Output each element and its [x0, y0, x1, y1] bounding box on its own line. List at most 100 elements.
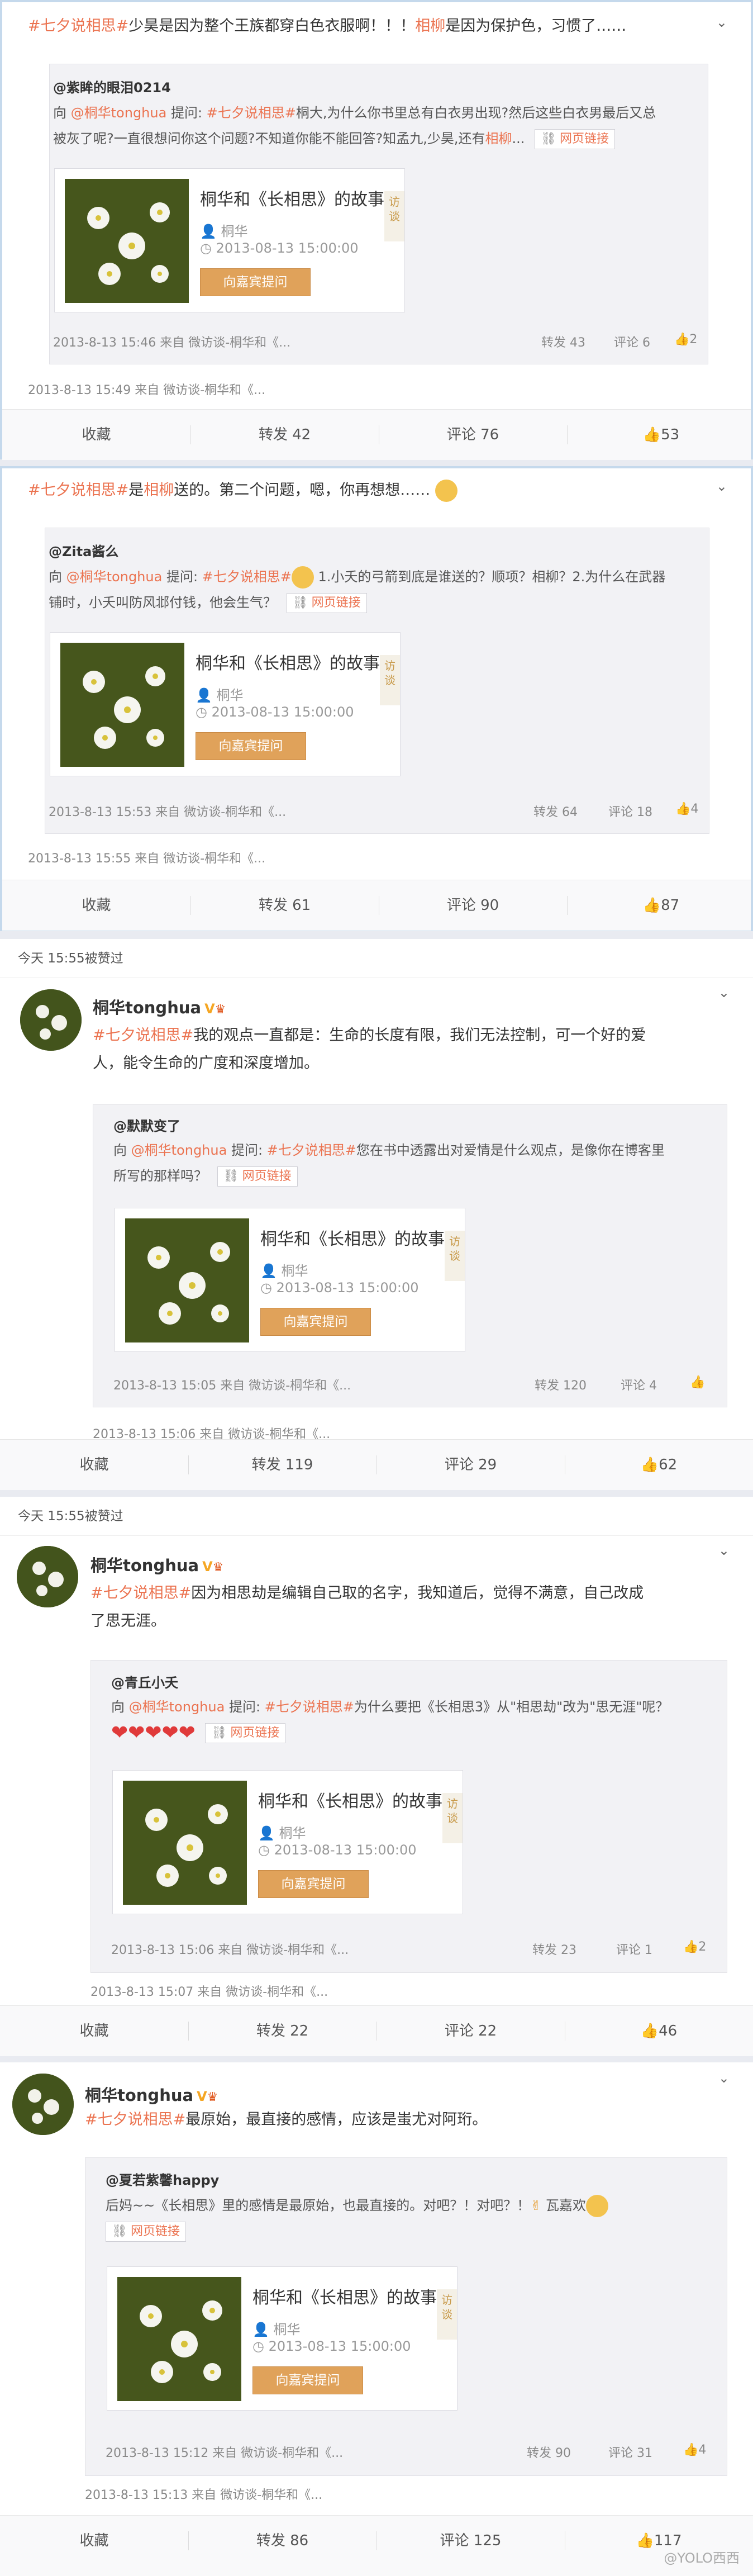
media-card[interactable]: 桐华和《长相思》的故事 👤 桐华 ◷ 2013-08-13 15:00:00 向…: [115, 1208, 465, 1352]
topic-tag[interactable]: #七夕说相思#: [85, 2111, 185, 2128]
quoted-like[interactable]: 👍4: [683, 2443, 706, 2457]
collect-button[interactable]: 收藏: [0, 2006, 188, 2056]
quoted-comment[interactable]: 评论 31: [608, 2443, 652, 2461]
user-name[interactable]: 桐华tonghua V♛: [90, 1553, 223, 1576]
web-link-button[interactable]: ⛓ 网页链接: [217, 1166, 298, 1187]
media-author: 👤 桐华: [252, 2322, 301, 2337]
chevron-down-icon[interactable]: ⌄: [716, 15, 727, 30]
chevron-down-icon[interactable]: ⌄: [718, 1543, 730, 1558]
media-card[interactable]: 桐华和《长相思》的故事 👤 桐华 ◷ 2013-08-13 15:00:00 向…: [112, 1770, 463, 1914]
quoted-meta[interactable]: 2013-8-13 15:53 来自 微访谈-桐华和《...: [49, 802, 286, 820]
web-link-button[interactable]: ⛓ 网页链接: [286, 593, 367, 613]
post-text: #七夕说相思#因为相思劫是编辑自己取的名字，我知道后，觉得不满意，自己改成 了思无…: [90, 1584, 644, 1630]
thumbs-up-icon: 👍: [640, 2023, 659, 2039]
post-meta[interactable]: 2013-8-13 15:13 来自 微访谈-桐华和《...: [85, 2485, 322, 2503]
collect-button[interactable]: 收藏: [0, 2516, 188, 2566]
like-button[interactable]: 👍62: [565, 1440, 753, 1490]
quoted-author[interactable]: @紫眸的眼泪0214: [53, 77, 171, 96]
quoted-like[interactable]: 👍2: [683, 1940, 706, 1954]
quoted-author[interactable]: @Zita酱么: [49, 540, 118, 560]
quoted-comment[interactable]: 评论 4: [621, 1375, 657, 1393]
topic-tag[interactable]: #七夕说相思#: [93, 1027, 193, 1044]
media-title: 桐华和《长相思》的故事: [252, 2288, 437, 2308]
grin-emoji-icon: [435, 480, 457, 502]
post-meta[interactable]: 2013-8-13 15:49 来自 微访谈-桐华和《...: [28, 380, 265, 398]
forward-button[interactable]: 转发 61: [190, 880, 379, 931]
comment-button[interactable]: 评论 22: [376, 2006, 565, 2056]
avatar[interactable]: [17, 1546, 78, 1607]
quoted-forward[interactable]: 转发 43: [541, 333, 585, 350]
quoted-meta[interactable]: 2013-8-13 15:12 来自 微访谈-桐华和《...: [106, 2443, 343, 2461]
forward-button[interactable]: 转发 42: [190, 410, 379, 460]
collect-button[interactable]: 收藏: [2, 410, 190, 460]
post-meta[interactable]: 2013-8-13 15:55 来自 微访谈-桐华和《...: [28, 848, 265, 866]
quoted-post: @Zita酱么 向 @桐华tonghua 提问: #七夕说相思# 1.小夭的弓箭…: [45, 528, 709, 834]
ask-guest-button[interactable]: 向嘉宾提问: [196, 732, 306, 760]
quoted-meta[interactable]: 2013-8-13 15:46 来自 微访谈-桐华和《...: [53, 333, 290, 350]
post-meta[interactable]: 2013-8-13 15:07 来自 微访谈-桐华和《...: [90, 1982, 328, 2000]
quoted-forward[interactable]: 转发 120: [535, 1375, 587, 1393]
media-card[interactable]: 桐华和《长相思》的故事 👤 桐华 ◷ 2013-08-13 15:00:00 向…: [50, 632, 401, 776]
avatar[interactable]: [20, 989, 82, 1051]
post-card-1: #七夕说相思#少昊是因为整个王族都穿白色衣服啊！！！相柳是因为保护色，习惯了………: [0, 0, 753, 460]
topic-tag[interactable]: #七夕说相思#: [28, 482, 128, 499]
chevron-down-icon[interactable]: ⌄: [716, 478, 727, 494]
comment-button[interactable]: 评论 76: [379, 410, 567, 460]
comment-button[interactable]: 评论 125: [376, 2516, 565, 2566]
quoted-like[interactable]: 👍4: [675, 802, 698, 816]
cry-emoji-icon: [291, 566, 314, 589]
ask-guest-button[interactable]: 向嘉宾提问: [260, 1308, 371, 1336]
quoted-comment[interactable]: 评论 1: [616, 1940, 652, 1958]
topic-tag[interactable]: #七夕说相思#: [90, 1584, 191, 1602]
quoted-post: @紫眸的眼泪0214 向 @桐华tonghua 提问: #七夕说相思#桐大,为什…: [49, 64, 708, 364]
web-link-button[interactable]: ⛓ 网页链接: [106, 2222, 186, 2242]
forward-button[interactable]: 转发 22: [188, 2006, 376, 2056]
quoted-author[interactable]: @默默变了: [113, 1115, 180, 1135]
web-link-button[interactable]: ⛓ 网页链接: [535, 129, 615, 149]
quoted-forward[interactable]: 转发 64: [533, 802, 578, 820]
avatar[interactable]: [12, 2074, 74, 2135]
media-time: ◷ 2013-08-13 15:00:00: [258, 1842, 417, 1858]
quoted-post: @夏若紫馨happy 后妈~~《长相思》里的感情是最原始，也最直接的。对吧？！对…: [85, 2157, 727, 2476]
quoted-meta[interactable]: 2013-8-13 15:05 来自 微访谈-桐华和《...: [113, 1375, 351, 1393]
quoted-text: 向 @桐华tonghua 提问: #七夕说相思#桐大,为什么你书里总有白衣男出现…: [53, 100, 701, 151]
like-button[interactable]: 👍87: [567, 880, 753, 931]
quoted-author[interactable]: @夏若紫馨happy: [106, 2169, 219, 2189]
comment-button[interactable]: 评论 90: [379, 880, 567, 931]
like-button[interactable]: 👍53: [567, 410, 753, 460]
topic-tag[interactable]: #七夕说相思#: [28, 17, 128, 35]
liked-notice: 今天 15:55被赞过: [0, 939, 753, 978]
quoted-comment[interactable]: 评论 18: [608, 802, 652, 820]
quoted-author[interactable]: @青丘小夭: [111, 1672, 178, 1691]
forward-button[interactable]: 转发 86: [188, 2516, 376, 2566]
user-name[interactable]: 桐华tonghua V♛: [85, 2082, 218, 2106]
quoted-forward[interactable]: 转发 23: [532, 1940, 576, 1958]
ask-guest-button[interactable]: 向嘉宾提问: [258, 1870, 369, 1898]
user-name[interactable]: 桐华tonghua V♛: [93, 995, 226, 1018]
collect-button[interactable]: 收藏: [0, 1440, 188, 1490]
media-card[interactable]: 桐华和《长相思》的故事 👤 桐华 ◷ 2013-08-13 15:00:00 向…: [54, 168, 405, 312]
mention-link[interactable]: 相柳: [144, 482, 174, 499]
quoted-forward[interactable]: 转发 90: [527, 2443, 571, 2461]
post-card-2: #七夕说相思#是相柳送的。第二个问题，嗯，你再想想…… ⌄ @Zita酱么 向 …: [0, 466, 753, 931]
interview-label: 访谈: [380, 655, 400, 705]
quoted-text: 向 @桐华tonghua 提问: #七夕说相思#您在书中透露出对爱情是什么观点，…: [113, 1137, 722, 1189]
quoted-like[interactable]: 👍2: [674, 333, 697, 347]
quoted-like[interactable]: 👍: [690, 1375, 705, 1389]
ask-guest-button[interactable]: 向嘉宾提问: [200, 268, 311, 296]
collect-button[interactable]: 收藏: [2, 880, 190, 931]
quoted-comment[interactable]: 评论 6: [614, 333, 650, 350]
quoted-meta[interactable]: 2013-8-13 15:06 来自 微访谈-桐华和《...: [111, 1940, 349, 1958]
comment-button[interactable]: 评论 29: [376, 1440, 565, 1490]
flower-thumbnail: [60, 643, 184, 767]
thumbs-up-icon: 👍: [642, 897, 661, 914]
media-card[interactable]: 桐华和《长相思》的故事 👤 桐华 ◷ 2013-08-13 15:00:00 向…: [107, 2266, 457, 2411]
verified-icon: V: [204, 1001, 215, 1017]
mention-link[interactable]: 相柳: [415, 17, 445, 35]
forward-button[interactable]: 转发 119: [188, 1440, 376, 1490]
like-button[interactable]: 👍46: [565, 2006, 753, 2056]
chevron-down-icon[interactable]: ⌄: [718, 985, 730, 1000]
ask-guest-button[interactable]: 向嘉宾提问: [252, 2366, 363, 2394]
chevron-down-icon[interactable]: ⌄: [718, 2070, 730, 2086]
web-link-button[interactable]: ⛓ 网页链接: [205, 1723, 286, 1743]
